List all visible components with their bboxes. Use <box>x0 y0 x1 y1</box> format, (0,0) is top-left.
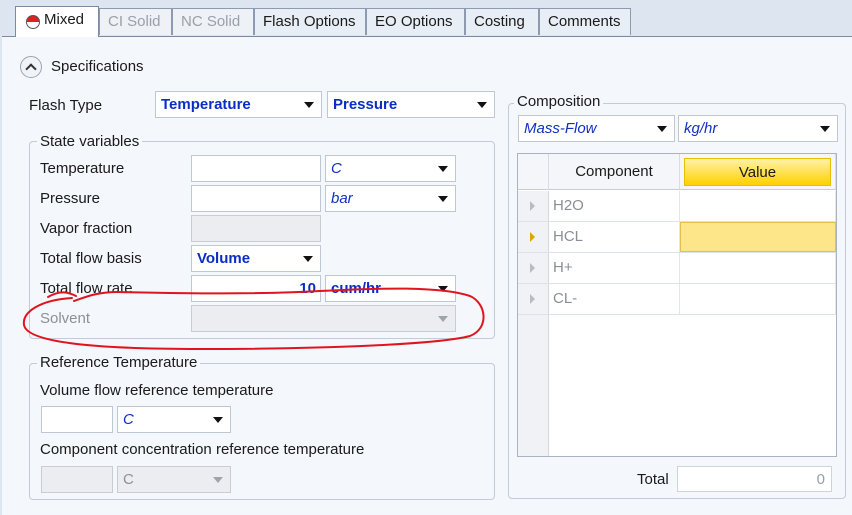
flash-type-label: Flash Type <box>29 97 103 114</box>
chevron-down-icon <box>657 126 667 132</box>
temperature-unit-value: C <box>331 160 342 177</box>
tab-nc-solid[interactable]: NC Solid <box>172 8 254 35</box>
tab-bar: Mixed CI Solid NC Solid Flash Options EO… <box>0 0 852 37</box>
total-label: Total <box>637 471 669 488</box>
chevron-down-icon <box>438 196 448 202</box>
total-value: 0 <box>816 471 825 488</box>
composition-unit-select[interactable]: kg/hr <box>678 115 838 142</box>
total-flow-basis-label: Total flow basis <box>40 250 142 267</box>
solvent-label: Solvent <box>40 310 91 327</box>
tab-costing[interactable]: Costing <box>465 8 539 35</box>
chevron-down-icon <box>213 417 223 423</box>
component-cell: CL- <box>549 284 680 314</box>
mixed-phase-icon <box>26 15 40 29</box>
vapor-fraction-field <box>191 215 321 242</box>
solvent-select <box>191 305 456 332</box>
table-row[interactable]: H2O <box>518 191 836 222</box>
component-cell: H2O <box>549 191 680 221</box>
component-cell: H+ <box>549 253 680 283</box>
tab-label: Costing <box>474 13 525 30</box>
value-cell[interactable] <box>680 222 836 252</box>
chevron-down-icon <box>820 126 830 132</box>
pressure-unit-value: bar <box>331 190 353 207</box>
value-cell[interactable] <box>680 253 836 283</box>
chevron-down-icon <box>438 166 448 172</box>
tab-label: EO Options <box>375 13 453 30</box>
temperature-field[interactable] <box>191 155 321 182</box>
row-header[interactable] <box>518 284 549 314</box>
composition-unit-value: kg/hr <box>684 120 718 137</box>
value-column-header[interactable]: Value <box>680 154 836 190</box>
table-row[interactable]: H+ <box>518 253 836 284</box>
composition-grid: Component Value H2O HCL H+ CL- <box>517 153 837 457</box>
tab-label: NC Solid <box>181 13 241 30</box>
grid-empty-column-strip <box>518 315 549 456</box>
pressure-label: Pressure <box>40 190 101 207</box>
tab-label: Mixed <box>44 11 85 28</box>
composition-title: Composition <box>514 93 604 110</box>
reference-temperature-title: Reference Temperature <box>37 354 201 371</box>
chevron-down-icon <box>213 477 223 483</box>
value-cell[interactable] <box>680 284 836 314</box>
grid-corner-header <box>518 154 549 190</box>
tab-label: Flash Options <box>263 13 356 30</box>
row-header[interactable] <box>518 222 549 252</box>
flash-type-1-select[interactable]: Temperature <box>155 91 322 118</box>
value-cell[interactable] <box>680 191 836 221</box>
vapor-fraction-label: Vapor fraction <box>40 220 133 237</box>
volume-flow-ref-unit-value: C <box>123 411 134 428</box>
row-header[interactable] <box>518 253 549 283</box>
total-flow-rate-label: Total flow rate <box>40 280 133 297</box>
component-column-header[interactable]: Component <box>549 154 680 190</box>
table-row[interactable]: HCL <box>518 222 836 253</box>
chevron-down-icon <box>304 102 314 108</box>
flash-type-2-select[interactable]: Pressure <box>327 91 495 118</box>
tab-comments[interactable]: Comments <box>539 8 631 35</box>
value-column-label: Value <box>684 158 831 186</box>
component-conc-ref-unit-select: C <box>117 466 231 493</box>
total-flow-rate-unit-select[interactable]: cum/hr <box>325 275 456 302</box>
tab-label: Comments <box>548 13 621 30</box>
collapse-specifications-button[interactable] <box>20 56 42 78</box>
component-column-label: Component <box>575 163 653 180</box>
pressure-unit-select[interactable]: bar <box>325 185 456 212</box>
temperature-label: Temperature <box>40 160 125 177</box>
specifications-title: Specifications <box>51 58 144 75</box>
row-header[interactable] <box>518 191 549 221</box>
composition-basis-value: Mass-Flow <box>524 120 597 137</box>
tab-label: CI Solid <box>108 13 161 30</box>
tab-flash-options[interactable]: Flash Options <box>254 8 366 35</box>
tab-eo-options[interactable]: EO Options <box>366 8 465 35</box>
temperature-unit-select[interactable]: C <box>325 155 456 182</box>
tab-ci-solid[interactable]: CI Solid <box>99 8 172 35</box>
total-flow-rate-field[interactable]: 10 <box>191 275 321 302</box>
volume-flow-ref-unit-select[interactable]: C <box>117 406 231 433</box>
total-flow-rate-value: 10 <box>299 280 316 297</box>
total-value-field: 0 <box>677 466 832 492</box>
composition-basis-select[interactable]: Mass-Flow <box>518 115 675 142</box>
chevron-down-icon <box>438 286 448 292</box>
volume-flow-ref-field[interactable] <box>41 406 113 433</box>
component-cell: HCL <box>549 222 680 252</box>
volume-flow-ref-label: Volume flow reference temperature <box>40 382 274 399</box>
total-flow-rate-unit-value: cum/hr <box>331 280 382 297</box>
component-conc-ref-field <box>41 466 113 493</box>
table-row[interactable]: CL- <box>518 284 836 315</box>
flash-type-1-value: Temperature <box>161 96 251 113</box>
pressure-field[interactable] <box>191 185 321 212</box>
chevron-down-icon <box>303 256 313 262</box>
tab-mixed[interactable]: Mixed <box>15 6 99 37</box>
chevron-down-icon <box>477 102 487 108</box>
total-flow-basis-value: Volume <box>197 250 251 267</box>
flash-type-2-value: Pressure <box>333 96 398 113</box>
state-variables-title: State variables <box>37 133 143 150</box>
component-conc-ref-label: Component concentration reference temper… <box>40 441 365 458</box>
component-conc-ref-unit-value: C <box>123 471 134 488</box>
total-flow-basis-select[interactable]: Volume <box>191 245 321 272</box>
chevron-down-icon <box>438 316 448 322</box>
